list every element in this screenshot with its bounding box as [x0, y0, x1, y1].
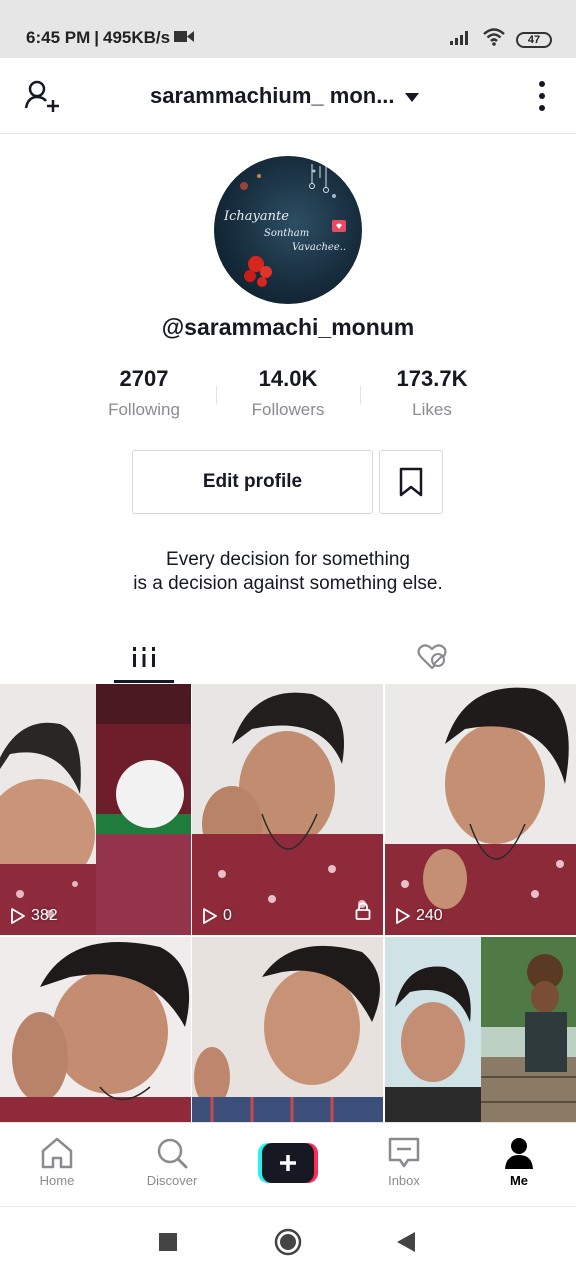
- stat-divider: [216, 386, 217, 404]
- play-count-value: 382: [31, 907, 58, 924]
- status-bar: 6:45 PM | 495KB/s 47: [0, 0, 576, 58]
- square-icon: [159, 1233, 177, 1251]
- dropdown-caret-icon: [404, 83, 419, 109]
- add-user-icon: [24, 80, 59, 112]
- grid-bars-icon: [133, 647, 155, 667]
- avatar-text-2: Sontham: [264, 228, 309, 239]
- account-switcher[interactable]: sarammachium_ mon...: [150, 83, 440, 109]
- video-thumbnail[interactable]: 0: [192, 684, 383, 935]
- tab-liked[interactable]: [288, 630, 576, 684]
- nav-home[interactable]: Home: [7, 1133, 107, 1188]
- nav-discover[interactable]: Discover: [122, 1133, 222, 1188]
- recents-button[interactable]: [159, 1233, 177, 1256]
- stat-value: 2707: [119, 366, 169, 391]
- bio: Every decision for something is a decisi…: [0, 548, 576, 596]
- thumbnail-image: [385, 684, 576, 935]
- play-count: 382: [10, 907, 58, 925]
- wifi-icon: [482, 28, 506, 51]
- bio-line: Every decision for something: [166, 549, 410, 570]
- back-button[interactable]: [397, 1232, 415, 1257]
- thumbnail-image: [0, 684, 191, 935]
- username: @sarammachi_monum: [161, 314, 415, 340]
- circle-icon: [274, 1228, 302, 1256]
- play-icon: [396, 908, 410, 924]
- hidden-heart-icon: [417, 644, 447, 670]
- status-left: 6:45 PM | 495KB/s: [26, 28, 195, 48]
- stat-likes[interactable]: 173.7K Likes: [360, 366, 504, 426]
- video-grid: 382 0 240: [0, 684, 576, 1122]
- search-icon: [122, 1133, 222, 1173]
- video-thumbnail[interactable]: [0, 937, 191, 1122]
- add-user-button[interactable]: [22, 76, 62, 116]
- status-separator: |: [94, 28, 100, 47]
- avatar-text-1: Ichayante: [223, 209, 289, 224]
- system-nav-bar: [0, 1206, 576, 1274]
- profile-header: sarammachium_ mon...: [0, 58, 576, 134]
- create-video-button[interactable]: [258, 1143, 318, 1183]
- nav-label: Inbox: [388, 1173, 420, 1188]
- more-vertical-icon: [539, 81, 545, 111]
- header-title: sarammachium_ mon...: [150, 83, 395, 108]
- home-system-button[interactable]: [274, 1228, 302, 1261]
- battery-indicator: 47: [516, 31, 552, 48]
- stat-following[interactable]: 2707 Following: [72, 366, 216, 426]
- stat-value: 14.0K: [258, 366, 318, 391]
- video-camera-icon: [174, 28, 195, 48]
- status-time: 6:45 PM: [26, 28, 91, 47]
- back-triangle-icon: [397, 1232, 415, 1252]
- thumbnail-image: [192, 937, 383, 1122]
- screen: 6:45 PM | 495KB/s 47 sarammachium_ mon..…: [0, 0, 576, 1280]
- tab-videos[interactable]: [0, 630, 288, 684]
- inbox-icon: [354, 1133, 454, 1173]
- home-icon: [7, 1133, 107, 1173]
- thumbnail-image: [0, 937, 191, 1122]
- status-right: 47: [450, 28, 552, 51]
- thumbnail-image: [192, 684, 383, 935]
- stat-label: Followers: [251, 400, 325, 419]
- profile-stats: 2707 Following 14.0K Followers 173.7K Li…: [72, 366, 504, 426]
- tab-indicator: [114, 680, 174, 683]
- bio-line: is a decision against something else.: [133, 573, 443, 594]
- video-thumbnail[interactable]: [385, 937, 576, 1122]
- bookmark-icon: [399, 467, 423, 497]
- video-thumbnail[interactable]: 240: [385, 684, 576, 935]
- play-count-value: 240: [416, 907, 443, 924]
- nav-label: Home: [39, 1173, 75, 1188]
- favorites-button[interactable]: [379, 450, 443, 514]
- play-icon: [203, 908, 217, 924]
- stat-followers[interactable]: 14.0K Followers: [216, 366, 360, 426]
- thumbnail-image: [385, 937, 576, 1122]
- stat-value: 173.7K: [396, 366, 468, 391]
- play-count-value: 0: [223, 907, 232, 924]
- bottom-nav: Home Discover Inbox Me: [0, 1122, 576, 1206]
- nav-label: Me: [509, 1173, 529, 1188]
- play-count: 240: [395, 907, 443, 925]
- stat-label: Following: [108, 400, 180, 419]
- play-icon: [11, 908, 25, 924]
- stat-divider: [360, 386, 361, 404]
- edit-profile-button[interactable]: Edit profile: [132, 450, 373, 514]
- avatar-text-3: Vavachee..: [292, 242, 346, 253]
- more-options-button[interactable]: [530, 78, 554, 114]
- avatar-image: Ichayante Sontham Vavachee..: [223, 161, 346, 287]
- video-thumbnail[interactable]: 382: [0, 684, 191, 935]
- avatar[interactable]: Ichayante Sontham Vavachee..: [214, 156, 362, 304]
- nav-label: Discover: [146, 1173, 198, 1188]
- video-thumbnail[interactable]: [192, 937, 383, 1122]
- signal-icon: [450, 29, 472, 50]
- stat-label: Likes: [412, 400, 452, 419]
- network-speed: 495KB/s: [103, 28, 171, 47]
- content-tabs: [0, 630, 576, 684]
- profile-icon: [469, 1133, 569, 1173]
- nav-me[interactable]: Me: [469, 1133, 569, 1188]
- nav-inbox[interactable]: Inbox: [354, 1133, 454, 1188]
- plus-icon: [258, 1143, 318, 1183]
- play-count: 0: [202, 907, 232, 925]
- private-lock-icon: [355, 902, 371, 925]
